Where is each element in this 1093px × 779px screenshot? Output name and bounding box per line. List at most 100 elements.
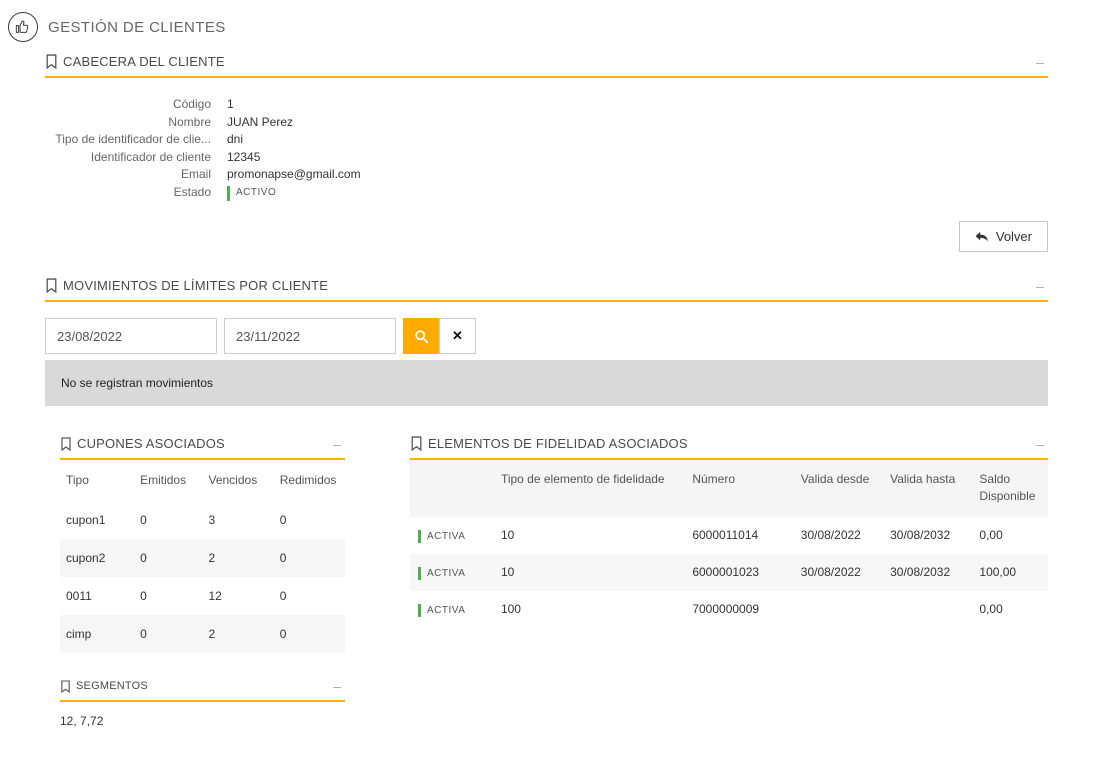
client-fields: Código 1 Nombre JUAN Perez Tipo de ident… bbox=[45, 96, 1048, 201]
cell: 0 bbox=[140, 513, 147, 528]
field-value: promonapse@gmail.com bbox=[227, 167, 361, 181]
collapse-toggle[interactable]: – bbox=[1032, 437, 1048, 451]
cell: 10 bbox=[500, 528, 515, 543]
search-button[interactable] bbox=[403, 318, 439, 354]
date-from-input[interactable] bbox=[45, 318, 217, 354]
column-header: Tipo de elemento de fidelidade bbox=[500, 472, 665, 486]
cell: 0 bbox=[140, 589, 147, 604]
field-label: Código bbox=[172, 97, 211, 111]
status-badge: ACTIVA bbox=[418, 603, 465, 617]
panel-fidelidad: ELEMENTOS DE FIDELIDAD ASOCIADOS – Tipo … bbox=[410, 436, 1048, 628]
column-header: Valida hasta bbox=[890, 472, 956, 486]
search-icon bbox=[414, 329, 429, 344]
panel-title-cupones: CUPONES ASOCIADOS bbox=[77, 436, 225, 451]
cell: 7000000009 bbox=[692, 602, 760, 617]
field-label: Estado bbox=[173, 184, 211, 199]
table-header-row: Tipo de elemento de fidelidade Número Va… bbox=[410, 460, 1048, 517]
column-header: Número bbox=[692, 472, 736, 486]
cell: cimp bbox=[66, 627, 92, 642]
field-email: Email promonapse@gmail.com bbox=[45, 166, 1048, 184]
cell: 2 bbox=[208, 627, 216, 642]
column-header: Valida desde bbox=[800, 472, 870, 486]
collapse-toggle[interactable]: – bbox=[1032, 279, 1048, 293]
status-badge: ACTIVO bbox=[227, 185, 276, 201]
date-to-input[interactable] bbox=[224, 318, 396, 354]
collapse-toggle[interactable]: – bbox=[329, 679, 345, 693]
bookmark-icon bbox=[60, 680, 71, 693]
collapse-toggle[interactable]: – bbox=[329, 437, 345, 451]
field-label: Tipo de identificador de clie... bbox=[55, 132, 211, 146]
field-label: Nombre bbox=[168, 114, 211, 129]
bookmark-icon bbox=[45, 278, 58, 293]
table-row: ACTIVA 10 6000011014 30/08/2022 30/08/20… bbox=[410, 517, 1048, 554]
panel-title-fidelidad: ELEMENTOS DE FIDELIDAD ASOCIADOS bbox=[428, 436, 688, 451]
panel-title-cabecera: CABECERA DEL CLIENTE bbox=[63, 54, 225, 69]
bookmark-icon bbox=[410, 436, 423, 451]
field-label: Email bbox=[180, 167, 211, 181]
cell: 30/08/2022 bbox=[800, 565, 861, 580]
cell: 30/08/2032 bbox=[890, 528, 951, 543]
field-value: JUAN Perez bbox=[227, 114, 294, 129]
cell: 6000011014 bbox=[692, 528, 759, 543]
page-title: GESTIÓN DE CLIENTES bbox=[48, 18, 226, 36]
status-badge: ACTIVA bbox=[418, 529, 465, 543]
cell: cupon2 bbox=[66, 551, 106, 566]
field-tipo-identificador: Tipo de identificador de clie... dni bbox=[45, 131, 1048, 149]
column-header: Redimidos bbox=[279, 473, 337, 487]
panel-title-movimientos: MOVIMIENTOS DE LÍMITES POR CLIENTE bbox=[63, 278, 329, 293]
table-row: cimp 0 2 0 bbox=[60, 615, 345, 654]
panel-cupones: CUPONES ASOCIADOS – Tipo Emitidos Vencid… bbox=[60, 436, 345, 654]
back-arrow-icon bbox=[975, 231, 989, 243]
field-value: dni bbox=[227, 132, 244, 146]
close-icon: ✕ bbox=[452, 328, 463, 343]
volver-label: Volver bbox=[995, 229, 1032, 244]
segmentos-value: 12, 7,72 bbox=[60, 714, 104, 729]
field-value: 1 bbox=[227, 97, 234, 111]
column-header: Saldo Disponible bbox=[979, 472, 1036, 504]
cell: 0 bbox=[279, 551, 287, 566]
thumbs-up-icon bbox=[8, 12, 38, 42]
panel-movimientos: MOVIMIENTOS DE LÍMITES POR CLIENTE – ✕ N… bbox=[45, 278, 1048, 406]
panel-title-segmentos: SEGMENTOS bbox=[76, 680, 148, 693]
field-estado: Estado ACTIVO bbox=[45, 184, 1048, 201]
cell: 0011 bbox=[66, 589, 92, 604]
cell: 10 bbox=[500, 565, 515, 580]
table-row: 0011 0 12 0 bbox=[60, 577, 345, 615]
clear-button[interactable]: ✕ bbox=[439, 318, 476, 354]
field-label: Identificador de cliente bbox=[90, 149, 211, 164]
collapse-toggle[interactable]: – bbox=[1032, 55, 1048, 69]
cell: 0 bbox=[279, 627, 287, 642]
cell: 30/08/2022 bbox=[800, 528, 861, 543]
cell: 0 bbox=[140, 627, 147, 642]
panel-segmentos: SEGMENTOS – 12, 7,72 bbox=[60, 679, 345, 728]
cell: 100 bbox=[500, 602, 521, 617]
empty-message: No se registran movimientos bbox=[45, 360, 1048, 406]
table-row: cupon1 0 3 0 bbox=[60, 501, 345, 539]
field-nombre: Nombre JUAN Perez bbox=[45, 114, 1048, 132]
cell bbox=[793, 591, 882, 628]
cell: 30/08/2032 bbox=[890, 565, 951, 580]
table-header-row: Tipo Emitidos Vencidos Redimidos bbox=[60, 460, 345, 501]
cell: 0 bbox=[279, 513, 287, 528]
cupones-table: Tipo Emitidos Vencidos Redimidos cupon1 … bbox=[60, 460, 345, 654]
table-row: ACTIVA 10 6000001023 30/08/2022 30/08/20… bbox=[410, 553, 1048, 591]
field-value: 12345 bbox=[227, 149, 261, 164]
cell: 0 bbox=[279, 589, 287, 604]
column-header: Emitidos bbox=[140, 473, 187, 487]
status-badge: ACTIVA bbox=[418, 566, 465, 580]
table-row: cupon2 0 2 0 bbox=[60, 539, 345, 578]
cell bbox=[882, 591, 971, 628]
cell: 0,00 bbox=[979, 528, 1003, 543]
cell: 2 bbox=[208, 551, 216, 566]
field-identificador: Identificador de cliente 12345 bbox=[45, 149, 1048, 167]
column-header: Vencidos bbox=[208, 473, 258, 487]
column-header bbox=[410, 460, 493, 517]
bookmark-icon bbox=[60, 436, 72, 451]
cell: 6000001023 bbox=[692, 565, 760, 580]
volver-button[interactable]: Volver bbox=[958, 221, 1048, 252]
fidelidad-table: Tipo de elemento de fidelidade Número Va… bbox=[410, 460, 1048, 628]
field-codigo: Código 1 bbox=[45, 96, 1048, 114]
cell: 3 bbox=[208, 513, 216, 528]
cell: 12 bbox=[208, 589, 222, 604]
cell: 0 bbox=[140, 551, 147, 566]
